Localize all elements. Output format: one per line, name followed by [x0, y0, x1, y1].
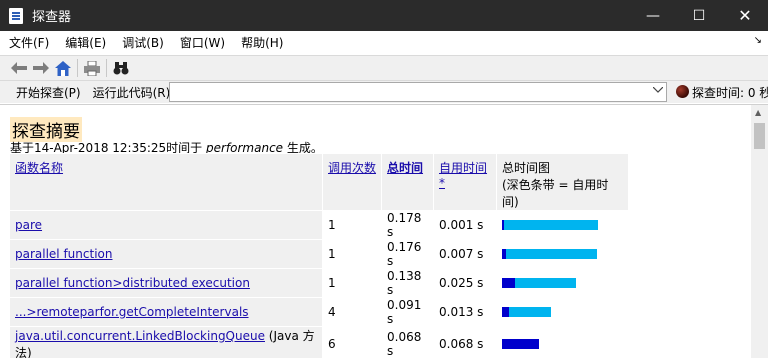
- total-time-cell: 0.138 s: [381, 268, 434, 298]
- time-bar: [502, 339, 623, 349]
- self-time-cell: 0.001 s: [433, 210, 497, 240]
- total-time-cell: 0.091 s: [381, 297, 434, 327]
- menu-file[interactable]: 文件(F): [0, 34, 57, 51]
- calls-cell: 6: [322, 326, 382, 358]
- total-time-bar: [502, 220, 598, 230]
- function-link[interactable]: ...>remoteparfor.getCompleteIntervals: [15, 305, 249, 319]
- run-bar: 开始探查(P) 运行此代码(R): 探查时间: 0 秒: [0, 81, 768, 103]
- self-time-cell: 0.013 s: [433, 297, 497, 327]
- close-button[interactable]: ✕: [722, 0, 768, 31]
- time-bar: [502, 249, 623, 259]
- menu-edit[interactable]: 编辑(E): [57, 34, 114, 51]
- total-time-cell: 0.178 s: [381, 210, 434, 240]
- scroll-up-icon[interactable]: ▲: [755, 108, 761, 117]
- total-time-bar: [502, 307, 551, 317]
- minimize-button[interactable]: —: [630, 0, 676, 31]
- table-row: ...>remoteparfor.getCompleteIntervals 4 0.…: [9, 297, 629, 327]
- self-time-cell: 0.068 s: [433, 326, 497, 358]
- vertical-scrollbar[interactable]: ▲: [751, 105, 768, 358]
- time-bar: [502, 278, 623, 288]
- home-icon[interactable]: [52, 58, 74, 78]
- forward-arrow-icon[interactable]: [30, 58, 52, 78]
- profiling-time-text: 探查时间: 0 秒: [692, 86, 768, 100]
- header-function-name: 函数名称: [9, 153, 323, 211]
- total-time-cell: 0.176 s: [381, 239, 434, 269]
- self-time-bar: [502, 307, 509, 317]
- time-plot-cell: [496, 210, 629, 240]
- time-plot-cell: [496, 326, 629, 358]
- time-plot-cell: [496, 239, 629, 269]
- profile-summary-table: 函数名称 调用次数 总时间 自用时间* 总时间图 (深色条带 = 自用时间) p…: [9, 153, 629, 358]
- self-time-bar: [502, 249, 506, 259]
- table-row: java.util.concurrent.LinkedBlockingQueue…: [9, 326, 629, 358]
- profile-report-pane: 探查摘要 基于14-Apr-2018 12:35:25时间于 performan…: [0, 104, 768, 358]
- window-title: 探查器: [32, 10, 72, 25]
- header-time-plot-line2: (深色条带 = 自用时间): [502, 178, 609, 209]
- calls-cell: 1: [322, 268, 382, 298]
- title-bar: 探查器 — ☐ ✕: [0, 0, 768, 31]
- table-header-row: 函数名称 调用次数 总时间 自用时间* 总时间图 (深色条带 = 自用时间): [9, 153, 629, 211]
- header-calls: 调用次数: [322, 153, 382, 211]
- print-icon[interactable]: [81, 58, 103, 78]
- self-time-bar: [502, 278, 515, 288]
- header-self-time: 自用时间*: [433, 153, 497, 211]
- header-total-time: 总时间: [381, 153, 434, 211]
- scrollbar-thumb[interactable]: [754, 123, 765, 149]
- menu-debug[interactable]: 调试(B): [114, 34, 172, 51]
- time-bar: [502, 307, 623, 317]
- function-name-cell: java.util.concurrent.LinkedBlockingQueue…: [9, 326, 323, 358]
- function-name-cell: pare: [9, 210, 323, 240]
- profiling-status-indicator-icon: [676, 85, 689, 98]
- calls-cell: 1: [322, 210, 382, 240]
- self-time-bar: [502, 339, 539, 349]
- maximize-button[interactable]: ☐: [676, 0, 722, 31]
- back-arrow-icon[interactable]: [8, 58, 30, 78]
- toolbar-separator: [106, 59, 107, 77]
- chevron-down-icon[interactable]: [652, 85, 664, 96]
- function-name-cell: parallel function>distributed execution: [9, 268, 323, 298]
- self-time-cell: 0.007 s: [433, 239, 497, 269]
- function-link[interactable]: java.util.concurrent.LinkedBlockingQueue: [15, 329, 265, 343]
- run-code-input[interactable]: [169, 82, 667, 102]
- function-link[interactable]: parallel function: [15, 247, 112, 261]
- function-link[interactable]: parallel function>distributed execution: [15, 276, 250, 290]
- start-profiling-button[interactable]: 开始探查(P): [0, 84, 87, 101]
- document-app-icon: [9, 7, 23, 24]
- toolbar-separator: [77, 59, 78, 77]
- table-body: pare 1 0.178 s 0.001 s parallel function 1 0.1…: [9, 210, 629, 358]
- sort-by-name-link[interactable]: 函数名称: [15, 161, 63, 175]
- header-time-plot: 总时间图 (深色条带 = 自用时间): [496, 153, 629, 211]
- function-name-cell: ...>remoteparfor.getCompleteIntervals: [9, 297, 323, 327]
- find-binoculars-icon[interactable]: [110, 58, 132, 78]
- run-code-label: 运行此代码(R):: [92, 85, 175, 100]
- table-row: parallel function 1 0.176 s 0.007 s: [9, 239, 629, 269]
- function-link[interactable]: pare: [15, 218, 42, 232]
- table-row: parallel function>distributed execution 1…: [9, 268, 629, 298]
- function-name-cell: parallel function: [9, 239, 323, 269]
- time-plot-cell: [496, 297, 629, 327]
- time-bar: [502, 220, 623, 230]
- menu-overflow-icon[interactable]: ↘: [754, 35, 762, 46]
- header-time-plot-line1: 总时间图: [502, 161, 551, 175]
- self-time-cell: 0.025 s: [433, 268, 497, 298]
- sort-by-self-time-link[interactable]: 自用时间*: [439, 161, 487, 190]
- table-row: pare 1 0.178 s 0.001 s: [9, 210, 629, 240]
- calls-cell: 4: [322, 297, 382, 327]
- toolbar: [0, 55, 768, 81]
- menu-window[interactable]: 窗口(W): [172, 34, 233, 51]
- self-time-bar: [502, 220, 504, 230]
- total-time-bar: [502, 249, 597, 259]
- menu-bar: 文件(F) 编辑(E) 调试(B) 窗口(W) 帮助(H) ↘: [0, 31, 768, 53]
- sort-by-total-time-link[interactable]: 总时间: [387, 161, 423, 175]
- sort-by-calls-link[interactable]: 调用次数: [328, 161, 376, 175]
- calls-cell: 1: [322, 239, 382, 269]
- menu-help[interactable]: 帮助(H): [233, 34, 291, 51]
- total-time-cell: 0.068 s: [381, 326, 434, 358]
- time-plot-cell: [496, 268, 629, 298]
